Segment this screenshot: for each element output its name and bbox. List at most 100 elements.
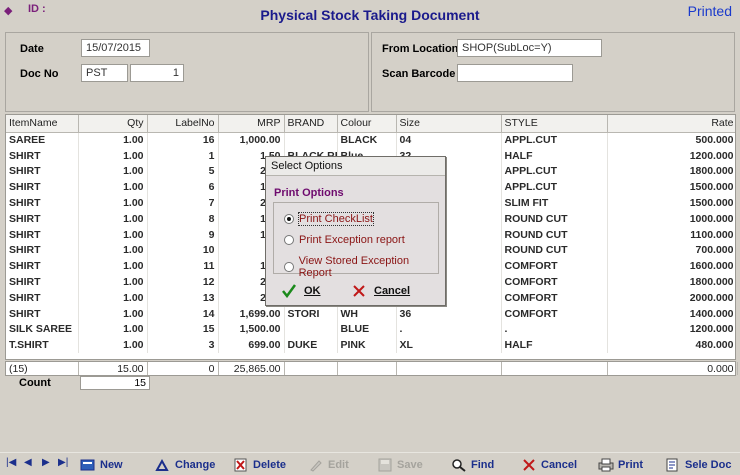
total-rate-cell: 0.000 bbox=[607, 362, 738, 375]
column-header[interactable]: Size bbox=[396, 115, 502, 133]
change-button[interactable]: Change bbox=[155, 457, 215, 473]
grid-header-row: ItemName Qty LabelNo MRP BRAND Colour Si… bbox=[6, 115, 735, 133]
new-doc-icon bbox=[80, 458, 96, 472]
count-label: Count bbox=[19, 377, 51, 389]
table-row[interactable]: SAREE 1.00 16 1,000.00 BLACK 04 APPL.CUT 500.00… bbox=[6, 132, 735, 148]
cancel-icon bbox=[521, 458, 537, 472]
change-label: Change bbox=[175, 459, 216, 471]
save-button[interactable]: Save bbox=[377, 457, 423, 473]
table-cell: 1800.000 bbox=[607, 274, 735, 290]
radio-icon bbox=[284, 262, 294, 272]
table-row[interactable]: SHIRT 1.00 14 1,699.00 STORI WH 36 COMFORT 1400.… bbox=[6, 305, 735, 322]
print-options-title: Print Options bbox=[274, 187, 344, 199]
table-cell: STORI bbox=[284, 305, 338, 322]
table-cell: SHIRT bbox=[6, 163, 79, 180]
table-cell: APPL.CUT bbox=[501, 179, 608, 196]
location-panel: From Location SHOP(SubLoc=Y) Scan Barcod… bbox=[371, 32, 735, 112]
table-cell: 699.00 bbox=[218, 337, 285, 354]
option-print-exception-report[interactable]: Print Exception report bbox=[284, 234, 405, 246]
delete-icon bbox=[233, 458, 249, 472]
option-view-stored-exception-report[interactable]: View Stored Exception Report bbox=[284, 255, 438, 279]
table-cell: 1.00 bbox=[78, 226, 148, 243]
table-cell: 1 bbox=[147, 147, 219, 164]
scan-barcode-label: Scan Barcode bbox=[382, 68, 456, 80]
date-label: Date bbox=[20, 43, 44, 55]
column-header[interactable]: ItemName bbox=[6, 115, 79, 133]
select-doc-button[interactable]: Sele Doc bbox=[665, 457, 731, 473]
table-cell: HALF bbox=[501, 147, 608, 164]
new-label: New bbox=[100, 459, 123, 471]
print-button[interactable]: Print bbox=[598, 457, 643, 473]
table-row[interactable]: T.SHIRT 1.00 3 699.00 DUKE PINK XL HALF 480.000 bbox=[6, 337, 735, 354]
table-cell: COMFORT bbox=[501, 274, 608, 290]
column-header[interactable]: MRP bbox=[218, 115, 285, 133]
table-cell bbox=[284, 132, 338, 148]
table-cell: 5 bbox=[147, 163, 219, 180]
docno-prefix-field[interactable]: PST bbox=[81, 64, 128, 82]
total-cell bbox=[284, 362, 338, 375]
date-field[interactable]: 15/07/2015 bbox=[81, 39, 150, 57]
column-header[interactable]: LabelNo bbox=[147, 115, 219, 133]
from-location-label: From Location bbox=[382, 43, 459, 55]
docno-label: Doc No bbox=[20, 68, 59, 80]
prev-record-icon[interactable]: ◀ bbox=[24, 457, 32, 468]
table-cell: 1.00 bbox=[78, 242, 148, 259]
count-value: 15 bbox=[80, 376, 150, 390]
total-labelno-cell: 0 bbox=[147, 362, 219, 375]
table-cell: 1.00 bbox=[78, 195, 148, 211]
table-cell: SHIRT bbox=[6, 210, 79, 227]
table-cell: 1,500.00 bbox=[218, 321, 285, 338]
table-cell: 8 bbox=[147, 210, 219, 227]
find-button[interactable]: Find bbox=[451, 457, 494, 473]
table-cell: BLACK bbox=[337, 132, 397, 148]
table-cell: COMFORT bbox=[501, 258, 608, 275]
total-mrp-cell: 25,865.00 bbox=[218, 362, 285, 375]
table-cell: SHIRT bbox=[6, 179, 79, 196]
option-print-checklist[interactable]: Print CheckList bbox=[284, 212, 374, 226]
next-record-icon[interactable]: ▶ bbox=[42, 457, 50, 468]
option-label: Print Exception report bbox=[299, 234, 405, 246]
table-cell: SHIRT bbox=[6, 274, 79, 290]
table-row[interactable]: SILK SAREE 1.00 15 1,500.00 BLUE.. 1200.000 bbox=[6, 321, 735, 338]
delete-button[interactable]: Delete bbox=[233, 457, 286, 473]
table-cell: 1,000.00 bbox=[218, 132, 285, 148]
table-cell: 480.000 bbox=[607, 337, 735, 354]
table-cell: 13 bbox=[147, 289, 219, 306]
table-cell: 1.00 bbox=[78, 210, 148, 227]
find-icon bbox=[451, 458, 467, 472]
select-doc-label: Sele Doc bbox=[685, 459, 732, 471]
ok-label: OK bbox=[304, 285, 321, 297]
column-header[interactable]: STYLE bbox=[501, 115, 608, 133]
cancel-label: Cancel bbox=[374, 285, 411, 297]
save-label: Save bbox=[397, 459, 423, 471]
table-cell: . bbox=[396, 321, 502, 338]
first-record-icon[interactable]: |◀ bbox=[6, 457, 16, 468]
table-cell: 1400.000 bbox=[607, 305, 735, 322]
cancel-label: Cancel bbox=[541, 459, 578, 471]
table-cell: 1.00 bbox=[78, 305, 148, 322]
scan-barcode-input[interactable] bbox=[457, 64, 573, 82]
table-cell: 1600.000 bbox=[607, 258, 735, 275]
total-qty-cell: 15.00 bbox=[78, 362, 148, 375]
table-cell: 1000.000 bbox=[607, 210, 735, 227]
last-record-icon[interactable]: ▶| bbox=[58, 457, 68, 468]
table-cell: 9 bbox=[147, 226, 219, 243]
dialog-ok-button[interactable]: OK bbox=[282, 284, 321, 298]
edit-icon bbox=[308, 458, 324, 472]
column-header[interactable]: BRAND bbox=[284, 115, 338, 133]
edit-button[interactable]: Edit bbox=[308, 457, 349, 473]
from-location-field[interactable]: SHOP(SubLoc=Y) bbox=[457, 39, 602, 57]
table-cell: 1500.000 bbox=[607, 179, 735, 196]
table-cell: 1200.000 bbox=[607, 321, 735, 338]
dialog-cancel-button[interactable]: Cancel bbox=[352, 284, 410, 298]
table-cell: 1.00 bbox=[78, 132, 148, 148]
column-header[interactable]: Qty bbox=[78, 115, 148, 133]
column-header[interactable]: Rate bbox=[607, 115, 735, 133]
docno-number-field[interactable]: 1 bbox=[130, 64, 184, 82]
table-cell: 14 bbox=[147, 305, 219, 322]
cancel-button[interactable]: Cancel bbox=[521, 457, 577, 473]
column-header[interactable]: Colour bbox=[337, 115, 397, 133]
new-button[interactable]: New bbox=[80, 457, 123, 473]
table-cell: 700.000 bbox=[607, 242, 735, 259]
total-cell bbox=[337, 362, 397, 375]
